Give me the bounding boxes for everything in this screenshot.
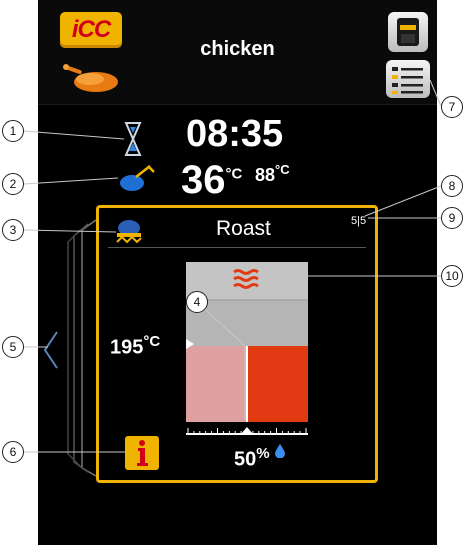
callout-10: 10	[441, 265, 463, 287]
callout-3: 3	[2, 219, 24, 241]
callout-9: 9	[441, 207, 463, 229]
callout-6: 6	[2, 441, 24, 463]
callout-7: 7	[441, 96, 463, 118]
callout-1: 1	[2, 120, 24, 142]
callout-lines	[23, 79, 442, 453]
callout-8: 8	[441, 175, 463, 197]
callout-5: 5	[2, 336, 24, 358]
callout-4: 4	[186, 291, 208, 313]
callout-2: 2	[2, 173, 24, 195]
